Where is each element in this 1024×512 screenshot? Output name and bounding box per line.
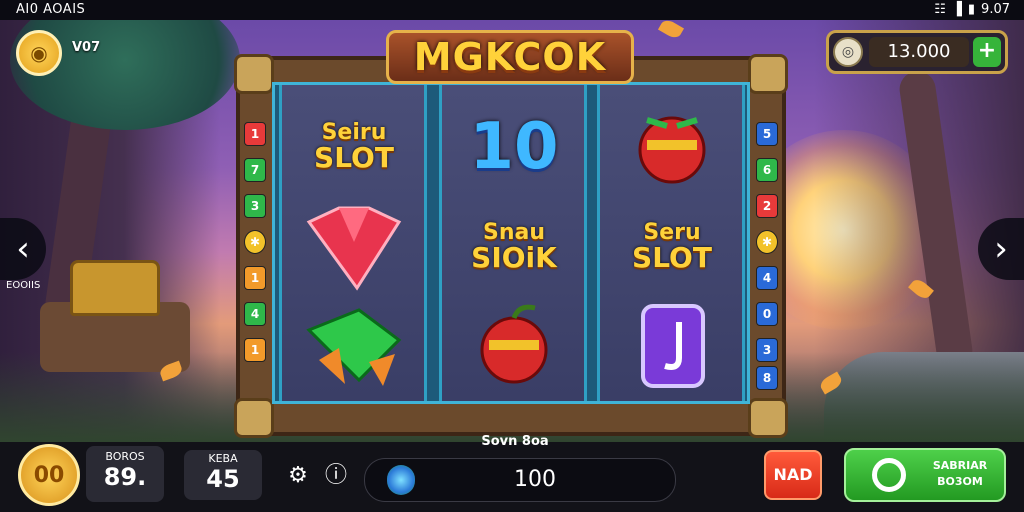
status-bar: AI0 AOAIS ☷ ▐ ▮ 9.07	[0, 0, 1024, 20]
balance-bar: ◎ 13.000 +	[826, 30, 1008, 74]
slot-text-symbol: Seiru SLOT	[292, 99, 416, 195]
payline-indicator: 1	[244, 338, 266, 362]
payline-coin-icon: ✱	[244, 230, 266, 254]
frame-corner	[234, 398, 274, 438]
reel-2: 10 Snau SIOiK	[439, 85, 587, 401]
spin-caption: Sovn 8oa	[481, 434, 549, 449]
payline-indicator: 2	[756, 194, 778, 218]
level-label: V07	[72, 40, 101, 55]
bet-value: 45	[206, 465, 240, 493]
bonus-panel: BOROS 89.	[86, 446, 164, 502]
purple-gem-icon	[610, 297, 734, 393]
payline-indicator: 4	[756, 266, 778, 290]
status-time: 9.07	[981, 2, 1010, 17]
status-left-text: AI0 AOAIS	[16, 2, 86, 17]
total-bet-value: 100	[514, 467, 556, 492]
wifi-icon: ☷	[934, 2, 946, 17]
paylines-left: 1 7 3 ✱ 1 4 1	[244, 122, 266, 374]
payline-indicator: 3	[756, 338, 778, 362]
leaf-icon	[657, 20, 685, 41]
signal-icon: ▐	[951, 2, 962, 17]
gem-icon	[387, 465, 415, 495]
chevron-left-icon: ‹	[16, 229, 30, 269]
payline-indicator: 4	[244, 302, 266, 326]
reel-1: Seiru SLOT	[279, 85, 427, 401]
slot-text-symbol: Seru SLOT	[610, 199, 734, 295]
total-bet-bar: 100	[364, 458, 676, 502]
frame-corner	[748, 54, 788, 94]
symbol-line2: SIOiK	[471, 241, 557, 274]
spin-label: SABRIAR BO3OM	[932, 459, 988, 488]
bet-panel: KEBA 45	[184, 450, 262, 500]
frame-corner	[234, 54, 274, 94]
add-coins-button[interactable]: +	[973, 37, 1001, 67]
spin-icon	[872, 458, 906, 492]
bonus-value: 89.	[103, 463, 147, 491]
coin-button[interactable]: 00	[18, 444, 80, 506]
game-title: MGKCOK	[386, 30, 634, 84]
status-right: ☷ ▐ ▮ 9.07	[934, 0, 1010, 20]
reels-window: Seiru SLOT 10 Snau SIOiK Seru SLOT	[272, 82, 750, 404]
treasure-chest	[70, 260, 160, 316]
slot-text-symbol: Snau SIOiK	[452, 199, 576, 295]
payline-indicator: 1	[244, 122, 266, 146]
payline-indicator: 6	[756, 158, 778, 182]
frame-corner	[748, 398, 788, 438]
payline-indicator: 3	[244, 194, 266, 218]
payline-coin-icon: ✱	[756, 230, 778, 254]
menu-button[interactable]: ◉	[16, 30, 62, 76]
slot-frame: 1 7 3 ✱ 1 4 1 5 6 2 ✱ 4 0 3 8 SeiruSLOT	[234, 54, 788, 438]
coin-icon: ◎	[833, 37, 863, 67]
max-bet-button[interactable]: NAD	[764, 450, 822, 500]
balance-value: 13.000	[869, 37, 969, 67]
payline-indicator: 1	[244, 266, 266, 290]
cherry-bomb-icon	[610, 99, 734, 195]
symbol-line2: SLOT	[632, 241, 712, 274]
settings-gear-icon[interactable]: ⚙	[284, 462, 312, 490]
spin-button[interactable]: SABRIAR BO3OM	[844, 448, 1006, 502]
side-label: EOOIIS	[6, 280, 41, 291]
paylines-right: 5 6 2 ✱ 4 0 3 8	[756, 122, 778, 402]
payline-indicator: 0	[756, 302, 778, 326]
cherry-bomb-icon	[452, 297, 576, 393]
payline-indicator: 5	[756, 122, 778, 146]
chevron-right-icon: ›	[994, 229, 1008, 269]
symbol-line2: SLOT	[314, 141, 394, 174]
payline-indicator: 8	[756, 366, 778, 390]
info-icon[interactable]: ⓘ	[322, 462, 350, 490]
battery-icon: ▮	[967, 2, 976, 17]
mask-icon: ◉	[30, 41, 48, 65]
bet-label: KEBA	[208, 452, 238, 465]
reel-3: Seru SLOT	[597, 85, 745, 401]
payline-indicator: 7	[244, 158, 266, 182]
bonus-label: BOROS	[105, 450, 145, 463]
red-gem-icon	[292, 199, 416, 295]
number-symbol: 10	[469, 110, 559, 184]
green-gem-icon	[292, 297, 416, 393]
